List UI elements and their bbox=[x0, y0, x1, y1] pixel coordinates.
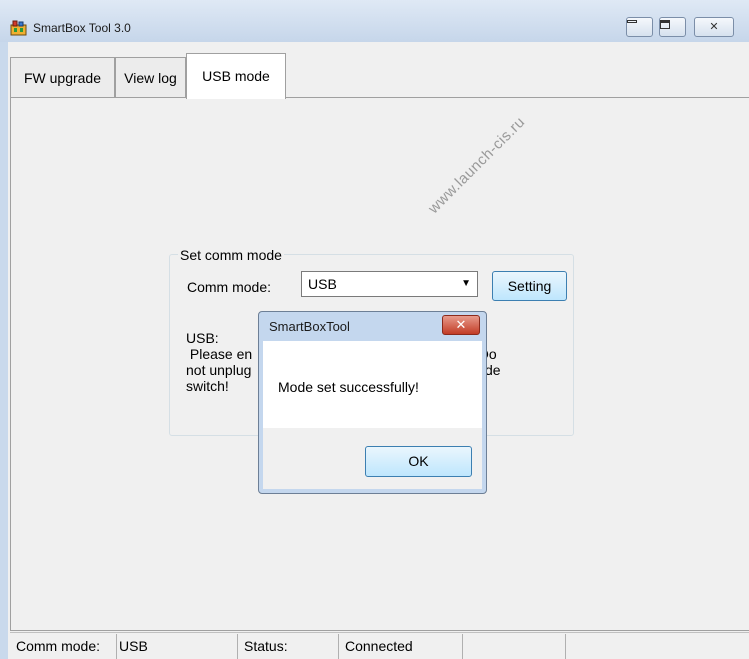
setting-button[interactable]: Setting bbox=[492, 271, 567, 301]
comm-mode-label: Comm mode: bbox=[187, 279, 272, 295]
message-dialog: SmartBoxTool ✕ Mode set successfully! OK bbox=[258, 311, 487, 494]
minimize-button[interactable] bbox=[626, 17, 653, 37]
maximize-icon bbox=[660, 20, 670, 29]
tab-usb-mode[interactable]: USB mode bbox=[186, 53, 286, 99]
tab-fw-upgrade[interactable]: FW upgrade bbox=[10, 57, 115, 97]
title-bar: SmartBox Tool 3.0 ✕ bbox=[0, 0, 749, 42]
status-cell-empty bbox=[463, 634, 566, 659]
ok-button[interactable]: OK bbox=[365, 446, 472, 477]
dialog-body: Mode set successfully! bbox=[263, 341, 482, 428]
status-value: Connected bbox=[339, 634, 463, 659]
dialog-title: SmartBoxTool bbox=[269, 319, 350, 334]
dropdown-arrow-icon[interactable]: ▼ bbox=[461, 272, 471, 296]
usb-info-line-end: de bbox=[485, 362, 501, 378]
dialog-message: Mode set successfully! bbox=[278, 379, 419, 395]
comm-mode-select[interactable]: USB ▼ bbox=[301, 271, 478, 297]
status-label: Status: bbox=[238, 634, 339, 659]
maximize-button[interactable] bbox=[659, 17, 686, 37]
usb-info-line-start: Please en bbox=[186, 346, 253, 362]
status-cell-empty bbox=[566, 634, 749, 659]
usb-info-line-start: not unplug bbox=[186, 362, 252, 378]
close-icon: ✕ bbox=[455, 317, 467, 332]
smartbox-app-icon bbox=[10, 19, 27, 36]
comm-mode-select-value: USB bbox=[308, 276, 337, 292]
window-title: SmartBox Tool 3.0 bbox=[33, 21, 131, 35]
status-comm-mode-value: USB bbox=[113, 634, 238, 659]
groupbox-title: Set comm mode bbox=[178, 247, 284, 263]
tab-view-log[interactable]: View log bbox=[115, 57, 186, 97]
close-window-button[interactable]: ✕ bbox=[694, 17, 734, 37]
dialog-close-button[interactable]: ✕ bbox=[442, 315, 480, 335]
close-icon: ✕ bbox=[709, 21, 719, 33]
minimize-icon bbox=[627, 20, 637, 23]
status-comm-mode-label: Comm mode: bbox=[10, 634, 117, 659]
dialog-footer: OK bbox=[263, 428, 482, 489]
